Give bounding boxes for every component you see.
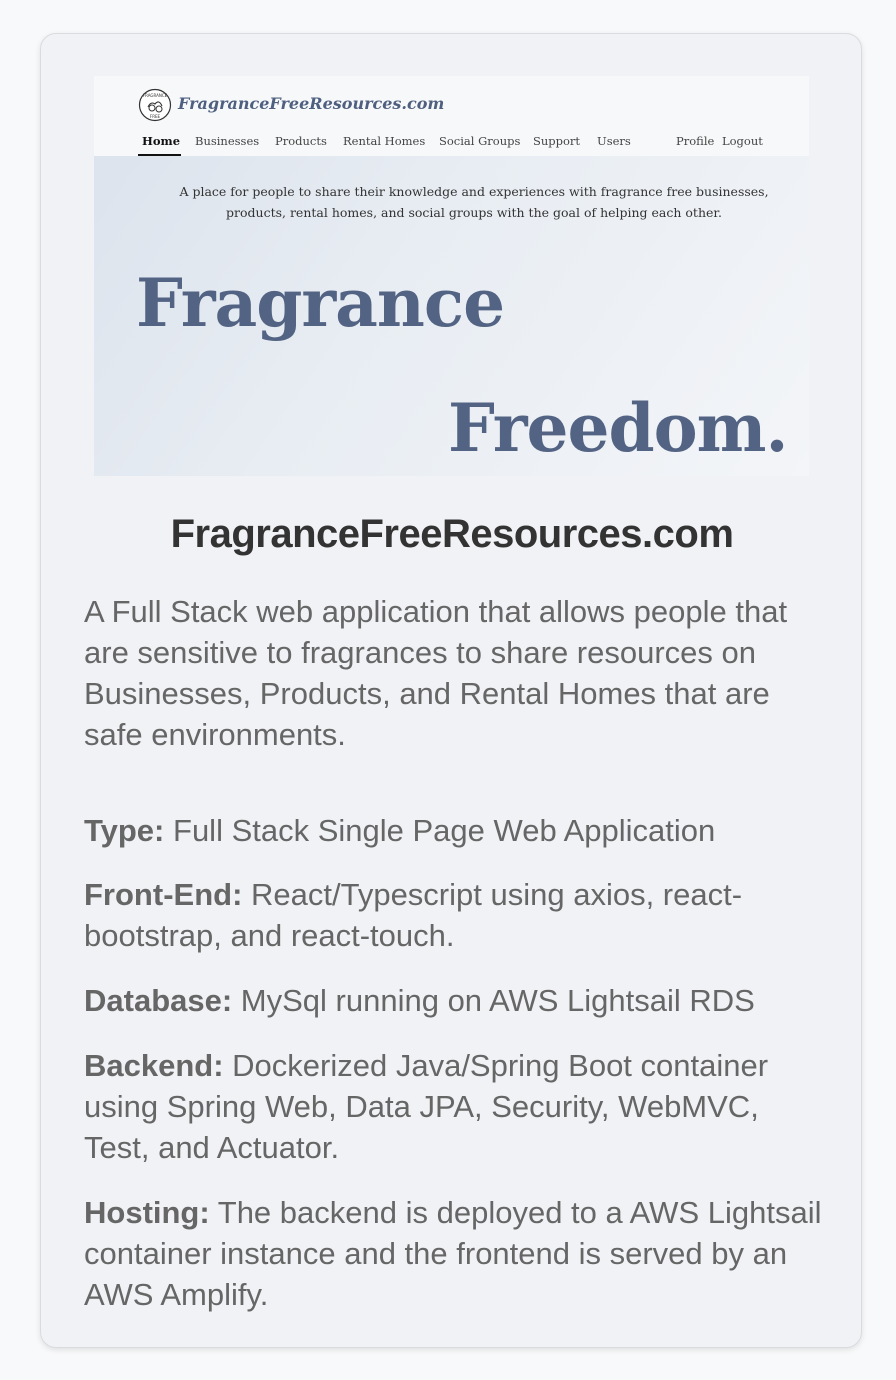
project-description: A Full Stack web application that allows… [84, 594, 788, 752]
preview-nav-businesses[interactable]: Businesses [195, 134, 259, 156]
preview-nav-social-groups[interactable]: Social Groups [439, 134, 520, 156]
spec-front-end: Front-End: React/Typescript using axios,… [84, 874, 829, 956]
project-title: FragranceFreeResources.com [170, 512, 734, 556]
preview-header: FRAGRANCE FREE FragranceFreeResources.co… [94, 76, 809, 156]
preview-nav-rental-homes[interactable]: Rental Homes [343, 134, 425, 156]
preview-nav-logout[interactable]: Logout [722, 134, 763, 156]
project-card: FRAGRANCE FREE FragranceFreeResources.co… [40, 33, 862, 1348]
preview-tagline-line-1: A place for people to share their knowle… [179, 184, 769, 199]
preview-nav-profile[interactable]: Profile [676, 134, 714, 156]
preview-brand-name[interactable]: FragranceFreeResources.com [178, 94, 444, 113]
spec-type-label: Type: [84, 813, 165, 848]
spec-front-end-label: Front-End: [84, 877, 243, 912]
spec-backend-label: Backend: [84, 1048, 224, 1083]
spec-type: Type: Full Stack Single Page Web Applica… [84, 810, 829, 851]
preview-tagline-line-2: products, rental homes, and social group… [226, 205, 722, 220]
spec-backend: Backend: Dockerized Java/Spring Boot con… [84, 1045, 829, 1168]
preview-nav-support[interactable]: Support [533, 134, 580, 156]
svg-text:FREE: FREE [150, 114, 161, 119]
preview-nav-products[interactable]: Products [275, 134, 327, 156]
svg-text:FRAGRANCE: FRAGRANCE [143, 93, 168, 98]
preview-tagline: A place for people to share their knowle… [154, 181, 794, 223]
preview-hero-heading-line-2: Freedom. [448, 389, 788, 467]
preview-nav-active-indicator [138, 154, 181, 156]
spec-database: Database: MySql running on AWS Lightsail… [84, 980, 829, 1021]
spec-hosting: Hosting: The backend is deployed to a AW… [84, 1192, 829, 1315]
preview-nav-users[interactable]: Users [597, 134, 631, 156]
fragrance-free-logo-icon: FRAGRANCE FREE [138, 88, 172, 122]
spec-database-value: MySql running on AWS Lightsail RDS [232, 983, 755, 1018]
spec-hosting-label: Hosting: [84, 1195, 210, 1230]
preview-hero-heading-line-1: Fragrance [136, 264, 505, 342]
spec-database-label: Database: [84, 983, 233, 1018]
project-screenshot[interactable]: FRAGRANCE FREE FragranceFreeResources.co… [94, 76, 809, 476]
spec-type-value: Full Stack Single Page Web Application [164, 813, 716, 848]
preview-nav-home[interactable]: Home [142, 134, 180, 156]
